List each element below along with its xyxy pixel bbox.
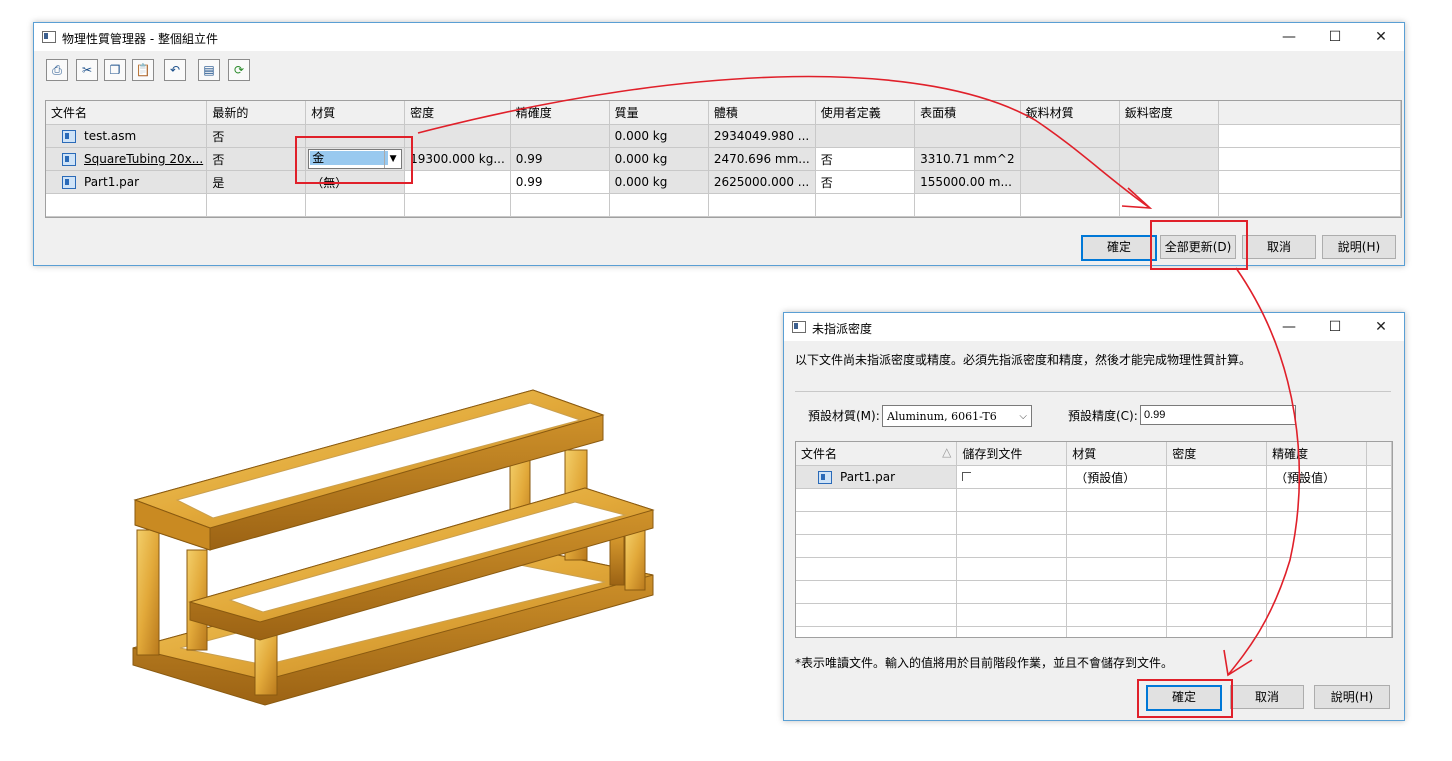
arrow-material-to-update [417, 75, 1151, 209]
arrow-update-to-ok [1227, 267, 1301, 676]
annotation-arrows [417, 75, 1301, 677]
